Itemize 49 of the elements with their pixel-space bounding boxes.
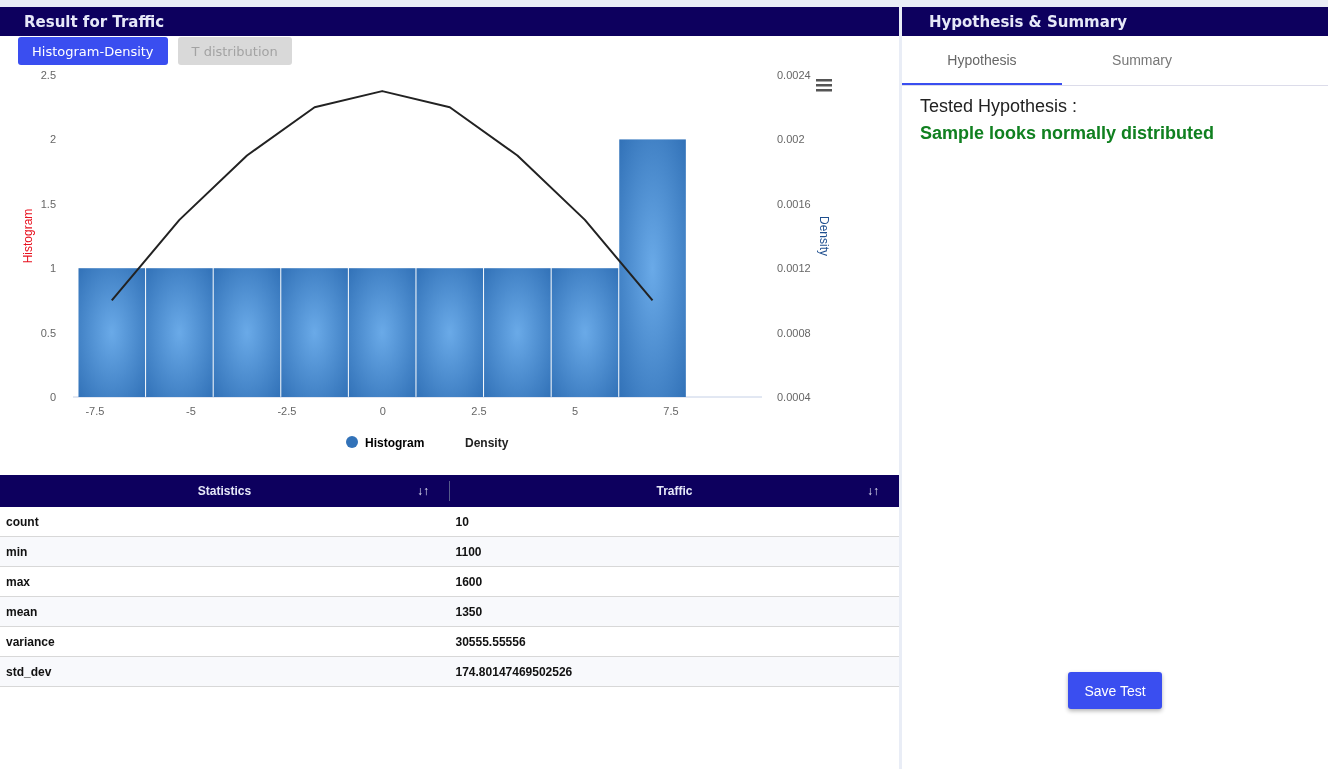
table-cell-text: 174.80147469502526 [454, 664, 574, 679]
table-cell-text: max [5, 574, 32, 589]
y-axis-label: 2 [49, 133, 56, 146]
x-axis-label: 2.5 [471, 405, 487, 417]
legend-item[interactable]: Density [465, 436, 509, 450]
sort-icon[interactable]: ↓↑ [867, 484, 879, 498]
y-axis-label: 0 [49, 391, 56, 403]
y-axis-label: 0.0004 [777, 391, 811, 403]
column-label: Traffic [656, 484, 693, 498]
save-button[interactable]: Save Test [1068, 672, 1162, 709]
y-axis-label: 0.0024 [777, 69, 811, 81]
table-cell-text: mean [5, 604, 39, 619]
y-axis-label: 0.0016 [777, 197, 811, 210]
table-cell-text: 1350 [454, 604, 484, 619]
x-axis-label: -7.5 [85, 405, 105, 417]
y-axis-label: 2.5 [40, 69, 56, 81]
y-axis-label: 1 [49, 262, 56, 275]
y-axis-label: 0.0008 [777, 326, 811, 339]
x-axis-label: 7.5 [663, 405, 679, 417]
panel-title: Hypothesis & Summary [929, 12, 1127, 31]
table-cell-text: 30555.55556 [454, 634, 527, 649]
table-cell-text: 1100 [454, 544, 483, 559]
y-axis-label: 0.002 [777, 133, 805, 146]
x-axis-label: 0 [379, 405, 386, 417]
hypothesis-heading: Tested Hypothesis : [920, 96, 1079, 117]
y-axis-label: 1.5 [40, 197, 56, 210]
table-cell-text: std_dev [5, 664, 53, 679]
y-axis-label: 0.5 [40, 326, 56, 339]
x-axis-label: -2.5 [277, 405, 297, 417]
table-cell-text: count [5, 514, 40, 529]
y-axis-label: 0.0012 [777, 262, 811, 275]
table-cell-text: 10 [454, 514, 470, 529]
y-axis-title: Histogram [21, 208, 35, 264]
table-cell-text: min [5, 544, 29, 559]
table-cell-text: variance [5, 634, 56, 649]
chart-tab[interactable]: Histogram-Density [18, 37, 168, 65]
column-label: Statistics [197, 484, 252, 498]
menu-icon[interactable] [816, 79, 832, 92]
column-header[interactable]: Statistics ↓↑ [0, 475, 449, 507]
legend-marker-icon [346, 436, 358, 448]
table-cell-text: 1600 [454, 574, 484, 589]
hypothesis-result: Sample looks normally distributed [920, 123, 1216, 144]
legend-item[interactable]: Histogram [365, 436, 425, 450]
x-axis-label: -5 [186, 405, 196, 417]
sort-icon[interactable]: ↓↑ [417, 484, 429, 498]
y-axis-title: Density [817, 216, 831, 256]
panel-title: Result for Traffic [24, 12, 165, 31]
x-axis-label: 5 [571, 405, 579, 417]
column-header[interactable]: Traffic ↓↑ [449, 481, 899, 501]
